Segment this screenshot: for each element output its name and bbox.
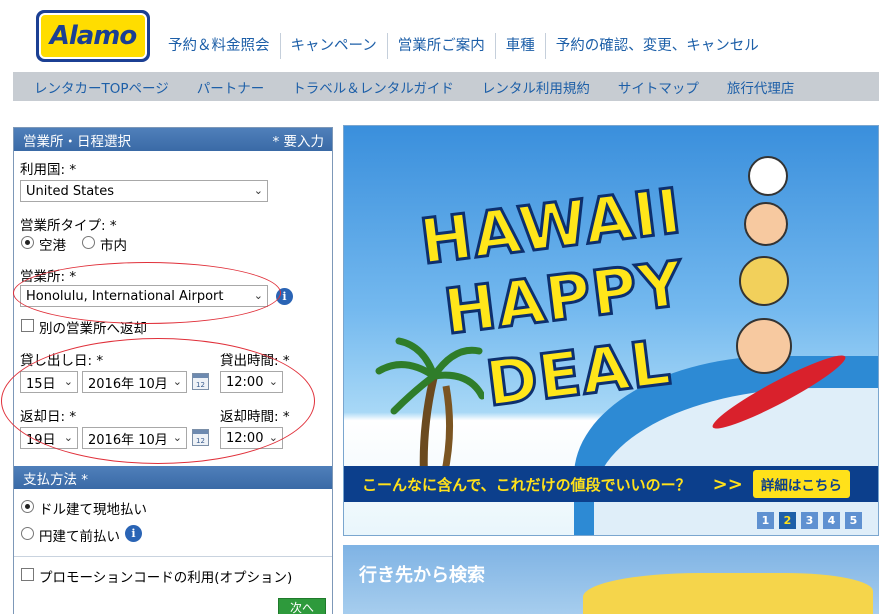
sub-nav-partner[interactable]: パートナー (183, 77, 279, 97)
palm-tree-illustration (375, 337, 484, 476)
pager-page-1[interactable]: 1 (757, 512, 774, 529)
sub-nav-terms[interactable]: レンタル利用規約 (468, 77, 604, 97)
country-select[interactable]: United States ⌄ (20, 180, 268, 202)
logo-text: Alamo (49, 21, 138, 51)
required-note: * 要入力 (272, 133, 324, 150)
payment-header-label: 支払方法 * (23, 471, 89, 488)
sub-nav-travel-agent[interactable]: 旅行代理店 (713, 77, 809, 97)
booking-panel-header: 営業所・日程選択 * 要入力 (14, 128, 332, 151)
highlight-oval-location (13, 262, 281, 324)
banner-promo-strip: こーんなに含んで、これだけの値段でいいのー？ >> 詳細はこちら (344, 466, 878, 502)
chevron-down-icon: ⌄ (253, 184, 263, 197)
info-icon[interactable]: i (125, 525, 142, 542)
sub-nav-top[interactable]: レンタカーTOPページ (20, 77, 183, 97)
alamo-logo[interactable]: Alamo (36, 10, 150, 62)
pager-page-2[interactable]: 2 (779, 512, 796, 529)
top-nav-manage-reservation[interactable]: 予約の確認、変更、キャンセル (544, 33, 769, 59)
payment-header: 支払方法 * (14, 466, 332, 489)
character-illustration (736, 318, 792, 374)
top-nav-vehicles[interactable]: 車種 (494, 33, 545, 59)
location-type-city-label: 市内 (100, 238, 127, 254)
payment-usd-label: ドル建て現地払い (39, 502, 147, 518)
location-type-label: 営業所タイプ: * (20, 218, 117, 234)
map-illustration (583, 573, 873, 614)
payment-jpy-radio[interactable] (21, 527, 34, 540)
divider (14, 556, 332, 557)
details-button[interactable]: 詳細はこちら (752, 470, 850, 498)
sub-nav-travel-guide[interactable]: トラベル＆レンタルガイド (278, 77, 468, 97)
payment-jpy-label: 円建て前払い (39, 529, 120, 545)
country-label: 利用国: * (20, 162, 77, 178)
double-arrow-icon: >> (712, 473, 743, 495)
destination-search-box[interactable]: 行き先から検索 (343, 545, 879, 614)
pager-page-3[interactable]: 3 (801, 512, 818, 529)
sub-nav-sitemap[interactable]: サイトマップ (604, 77, 713, 97)
return-other-checkbox[interactable] (21, 319, 34, 332)
banner-pager: 1 2 3 4 5 (757, 512, 862, 529)
location-type-airport-radio[interactable] (21, 236, 34, 249)
pager-page-5[interactable]: 5 (845, 512, 862, 529)
top-nav-locations[interactable]: 営業所ご案内 (386, 33, 495, 59)
top-nav-reservation[interactable]: 予約＆料金照会 (158, 33, 280, 59)
logo-badge: Alamo (39, 13, 147, 59)
sub-nav: レンタカーTOPページ パートナー トラベル＆レンタルガイド レンタル利用規約 … (13, 72, 879, 101)
next-button[interactable]: 次へ (278, 598, 326, 614)
location-type-airport-label: 空港 (39, 238, 66, 254)
promo-label: プロモーションコードの利用(オプション) (39, 570, 293, 586)
top-nav-campaign[interactable]: キャンペーン (279, 33, 387, 59)
top-nav: 予約＆料金照会 キャンペーン 営業所ご案内 車種 予約の確認、変更、キャンセル (158, 32, 769, 60)
pager-page-4[interactable]: 4 (823, 512, 840, 529)
hawaii-banner[interactable]: HAWAII HAPPY DEAL こーんなに含んで、これだけの値段でいいのー？… (343, 125, 879, 536)
location-type-city-radio[interactable] (82, 236, 95, 249)
highlight-oval-dates (1, 338, 315, 464)
destination-search-title: 行き先から検索 (359, 565, 485, 586)
country-value: United States (26, 183, 115, 199)
booking-panel-title: 営業所・日程選択 (23, 133, 131, 150)
promo-checkbox[interactable] (21, 568, 34, 581)
payment-usd-radio[interactable] (21, 500, 34, 513)
character-illustration (739, 256, 789, 306)
banner-strip-text: こーんなに含んで、これだけの値段でいいのー？ (362, 475, 691, 494)
snoopy-illustration (748, 156, 788, 196)
character-illustration (744, 202, 788, 246)
